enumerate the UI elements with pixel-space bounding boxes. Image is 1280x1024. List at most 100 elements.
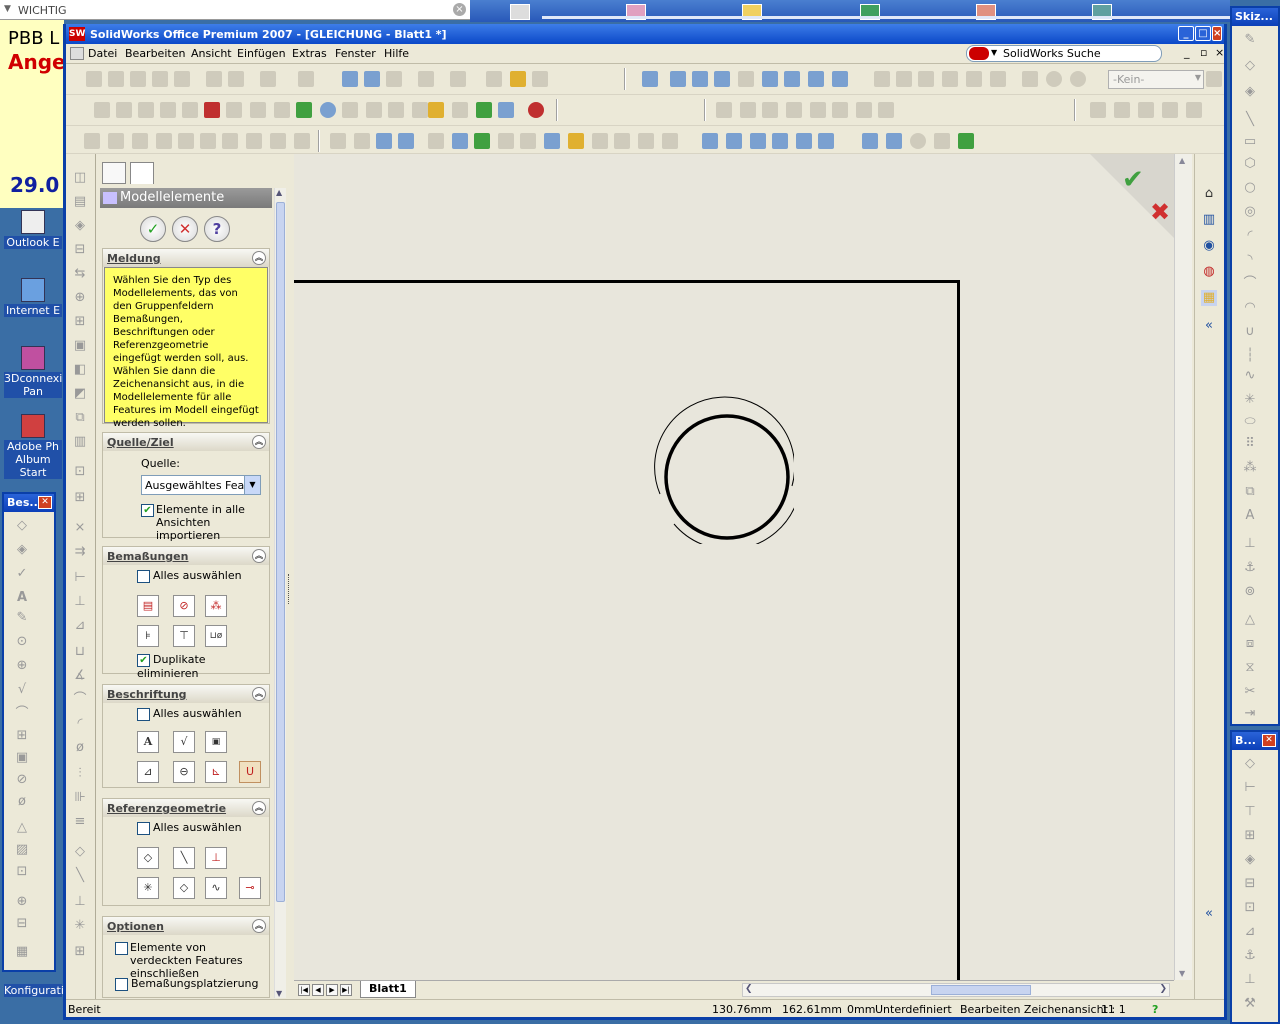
eliminate-duplicates-option[interactable]: ✔ Duplikate eliminieren [137,653,269,680]
weld-icon[interactable] [246,133,262,149]
checkbox[interactable] [115,977,128,991]
menu-hilfe[interactable]: Hilfe [384,47,409,60]
relative-view-icon[interactable]: ⊡ [72,464,88,480]
filter-center-icon[interactable] [592,133,608,149]
aligned-section-icon[interactable]: ⇆ [72,266,88,282]
rectangle-icon[interactable]: ▭ [1242,134,1258,150]
scroll-down-icon[interactable]: ▼ [276,989,282,998]
parabola-icon[interactable]: ∪ [1242,324,1258,340]
filter-all-icon[interactable] [910,133,926,149]
select-icon[interactable] [342,71,358,87]
checkbox[interactable] [137,821,150,835]
scroll-left-icon[interactable]: ❮ [745,984,753,994]
shaded-icon[interactable] [966,71,982,87]
menu-einfuegen[interactable]: Einfügen [237,47,286,60]
options-icon[interactable] [418,71,434,87]
dimension-tool-icon[interactable] [428,102,444,118]
route-point-icon[interactable]: ⊸ [239,877,261,899]
status-help-icon[interactable]: ? [1152,1003,1158,1016]
grid-pattern-icon[interactable]: ⠿ [1242,436,1258,452]
broken-out-section-icon[interactable]: ▣ [72,338,88,354]
realview-icon[interactable] [1046,71,1062,87]
window-icon[interactable] [450,71,466,87]
curve-icon[interactable]: ∿ [205,877,227,899]
standard-views-icon[interactable] [716,102,732,118]
align-icon[interactable] [1186,102,1202,118]
maximize-button[interactable]: □ [1195,26,1211,41]
filter-symbol-icon[interactable] [796,133,812,149]
detail-view-icon[interactable]: ⊕ [72,290,88,306]
sketch-point-icon[interactable]: ◇ [72,844,88,860]
marked-for-drawing-icon[interactable]: ▤ [137,595,159,617]
document-icon[interactable] [70,47,84,60]
toggle-filter-icon[interactable] [958,133,974,149]
revision-symbol-icon[interactable]: △ [14,820,30,836]
angle-icon[interactable]: ∡ [72,668,88,684]
stacked-balloon-icon[interactable] [156,133,172,149]
alternate-position-icon[interactable]: ⧉ [72,410,88,426]
source-dropdown[interactable]: Ausgewähltes Featu ▼ [141,475,261,495]
first-sheet-icon[interactable]: |◀ [298,984,310,996]
circle-drawing[interactable] [634,384,794,544]
desktop-icon-internet-explorer[interactable]: Internet E [4,278,62,317]
desktop-icon-adobe-album[interactable]: Adobe Ph Album Start [4,414,62,479]
geometric-tolerance-icon[interactable]: ▣ [205,731,227,753]
menu-ansicht[interactable]: Ansicht [191,47,232,60]
delete-icon[interactable] [204,102,220,118]
property-manager-scrollbar[interactable]: ▲ ▼ [274,188,286,998]
prev-sheet-icon[interactable]: ◀ [312,984,324,996]
move-icon[interactable] [784,71,800,87]
chamfer-icon[interactable]: ⊿ [72,618,88,634]
stop-macro-icon[interactable] [116,102,132,118]
magnetic-line-icon[interactable]: ⊕ [14,658,30,674]
cancel-button[interactable]: ✕ [172,216,198,242]
cosmetic-thread-icon[interactable] [270,133,286,149]
properties-icon[interactable] [486,71,502,87]
line-icon[interactable]: ╲ [1242,112,1258,128]
ordinate-dimension-icon[interactable]: ◈ [1242,852,1258,868]
redo-icon[interactable] [298,71,314,87]
balloon-icon[interactable] [132,133,148,149]
fix-icon[interactable]: ⚓ [1242,560,1258,576]
block-save-icon[interactable] [388,102,404,118]
diameter-icon[interactable]: ø [72,740,88,756]
text-icon[interactable]: A [1242,508,1258,524]
hidden-lines-visible-icon[interactable] [896,71,912,87]
center-mark-icon[interactable]: ⊕ [14,894,30,910]
filter-plane-icon[interactable] [520,133,536,149]
relation-icon[interactable]: ⊥ [1242,536,1258,552]
surface-icon[interactable]: ◇ [173,877,195,899]
doc-minimize-button[interactable]: _ [1184,46,1190,59]
weld-symbol-icon[interactable]: ⌒ [14,706,30,722]
feature-manager-tab[interactable] [102,162,126,184]
projected-view-icon[interactable]: ▤ [72,194,88,210]
camera-icon[interactable] [532,71,548,87]
point-icon[interactable]: ✳ [1242,392,1258,408]
extend-icon[interactable]: ⇥ [1242,706,1258,722]
block-icon[interactable]: ⊡ [14,864,30,880]
block-insert-icon[interactable] [342,102,358,118]
zoom-out-icon[interactable] [738,71,754,87]
menu-fenster[interactable]: Fenster [335,47,376,60]
shadow-icon[interactable] [1022,71,1038,87]
view-orientation-icon[interactable] [808,71,824,87]
origin-icon[interactable]: ⊥ [205,847,227,869]
cut-icon[interactable] [206,71,222,87]
polygon-icon[interactable]: ⬡ [1242,156,1258,172]
filter-datum-icon[interactable] [702,133,718,149]
graphics-vertical-scrollbar[interactable]: ▲ ▼ [1174,154,1192,980]
hidden-lines-removed-icon[interactable] [918,71,934,87]
area-hatch-icon[interactable]: ▨ [14,842,30,858]
radius-icon[interactable]: ◜ [72,716,88,732]
toolbox-icon[interactable] [296,102,312,118]
hole-callout-icon[interactable]: ⊔ø [205,625,227,647]
centerpoint-arc-icon[interactable]: ◜ [1242,228,1258,244]
desktop-icon-outlook[interactable]: Outlook E [4,210,62,249]
doc-restore-button[interactable]: ▫ [1200,46,1207,59]
design-library-icon[interactable]: ▥ [1201,212,1217,228]
filter-note-icon[interactable] [452,133,468,149]
edit-macro-icon[interactable] [182,102,198,118]
datum-target-icon[interactable]: ⊖ [173,761,195,783]
clear-filters-icon[interactable] [934,133,950,149]
distribute-icon[interactable]: ⊪ [72,790,88,806]
